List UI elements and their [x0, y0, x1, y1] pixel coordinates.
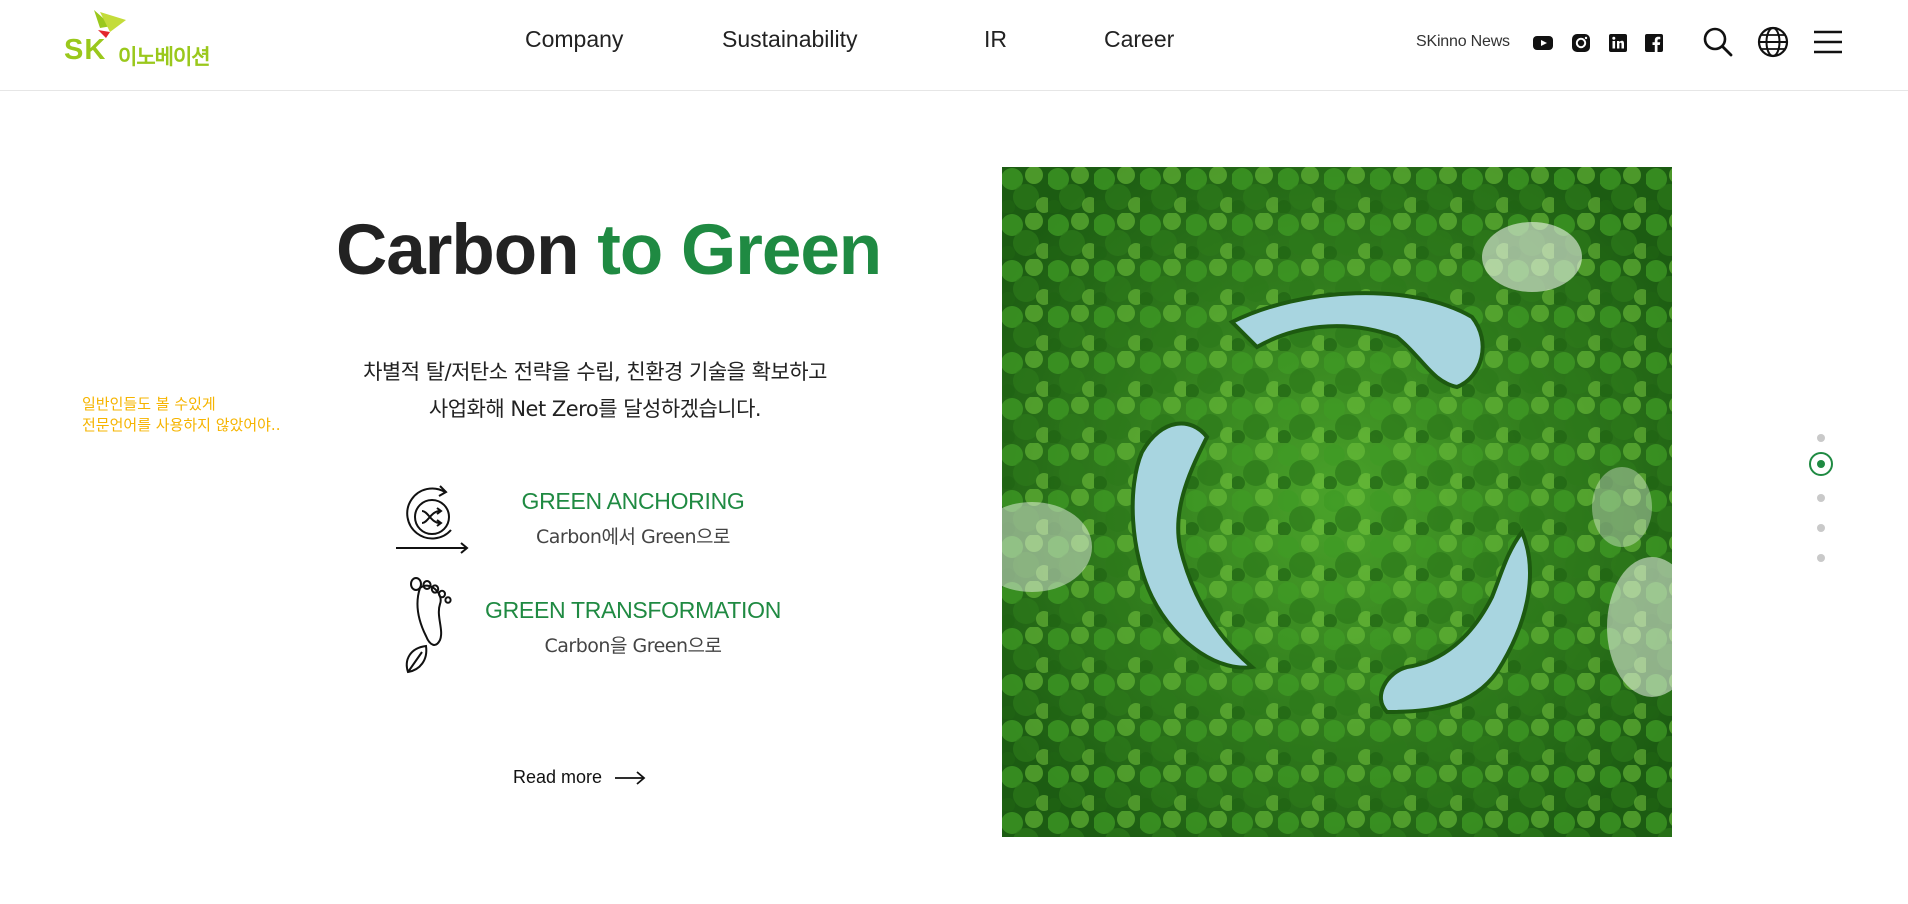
pagination-dot-active[interactable]	[1809, 452, 1833, 476]
description-line: 사업화해 Net Zero를 달성하겠습니다.	[428, 397, 762, 421]
annotation-note-line: 전문언어를 사용하지 않았어야..	[82, 416, 281, 434]
feature-subtitle: Carbon에서 Green으로	[536, 526, 730, 548]
hero-description: 차별적 탈/저탄소 전략을 수립, 친환경 기술을 확보하고 사업화해 Net …	[330, 354, 860, 428]
arrow-right-icon	[615, 771, 646, 785]
footprint-leaf-icon	[400, 576, 466, 681]
search-icon[interactable]	[1700, 24, 1736, 60]
annotation-note-line: 일반인들도 볼 수있게	[82, 395, 216, 413]
nav-career[interactable]: Career	[1104, 26, 1174, 53]
linkedin-icon[interactable]	[1608, 33, 1628, 53]
logo-name-text: 이노베이션	[118, 45, 211, 69]
headline-dark-text: Carbon	[336, 211, 579, 290]
annotation-note: 일반인들도 볼 수있게 전문언어를 사용하지 않았어야..	[82, 394, 280, 436]
sk-innovation-logo[interactable]: SK 이노베이션	[64, 6, 234, 69]
shuffle-cycle-icon	[393, 480, 473, 563]
instagram-icon[interactable]	[1571, 33, 1591, 53]
pagination-dot[interactable]	[1817, 434, 1825, 442]
logo-brand-text: SK	[64, 34, 107, 66]
read-more-link[interactable]: Read more	[513, 767, 646, 788]
facebook-icon[interactable]	[1644, 33, 1664, 53]
pagination-dot[interactable]	[1817, 554, 1825, 562]
youtube-icon[interactable]	[1533, 33, 1553, 53]
pagination-dot[interactable]	[1817, 524, 1825, 532]
forest-lake-photo	[1002, 167, 1672, 837]
feature-title: GREEN ANCHORING	[521, 488, 745, 514]
feature-subtitle: Carbon을 Green으로	[544, 635, 722, 657]
hamburger-menu-icon[interactable]	[1810, 24, 1846, 60]
read-more-label: Read more	[513, 767, 603, 787]
nav-ir[interactable]: IR	[984, 26, 1007, 53]
nav-sustainability[interactable]: Sustainability	[722, 26, 858, 53]
pagination-dot[interactable]	[1817, 494, 1825, 502]
headline-green-text: to Green	[597, 211, 882, 290]
feature-title: GREEN TRANSFORMATION	[485, 597, 781, 623]
description-line: 차별적 탈/저탄소 전략을 수립, 친환경 기술을 확보하고	[363, 360, 827, 384]
hero-headline: Carbon to Green	[336, 210, 882, 291]
section-pagination	[1806, 430, 1836, 570]
globe-icon[interactable]	[1755, 24, 1791, 60]
nav-company[interactable]: Company	[525, 26, 623, 53]
skinno-news-link[interactable]: SKinno News	[1416, 33, 1510, 51]
site-header: SK 이노베이션 Company Sustainability IR Caree…	[0, 0, 1908, 91]
